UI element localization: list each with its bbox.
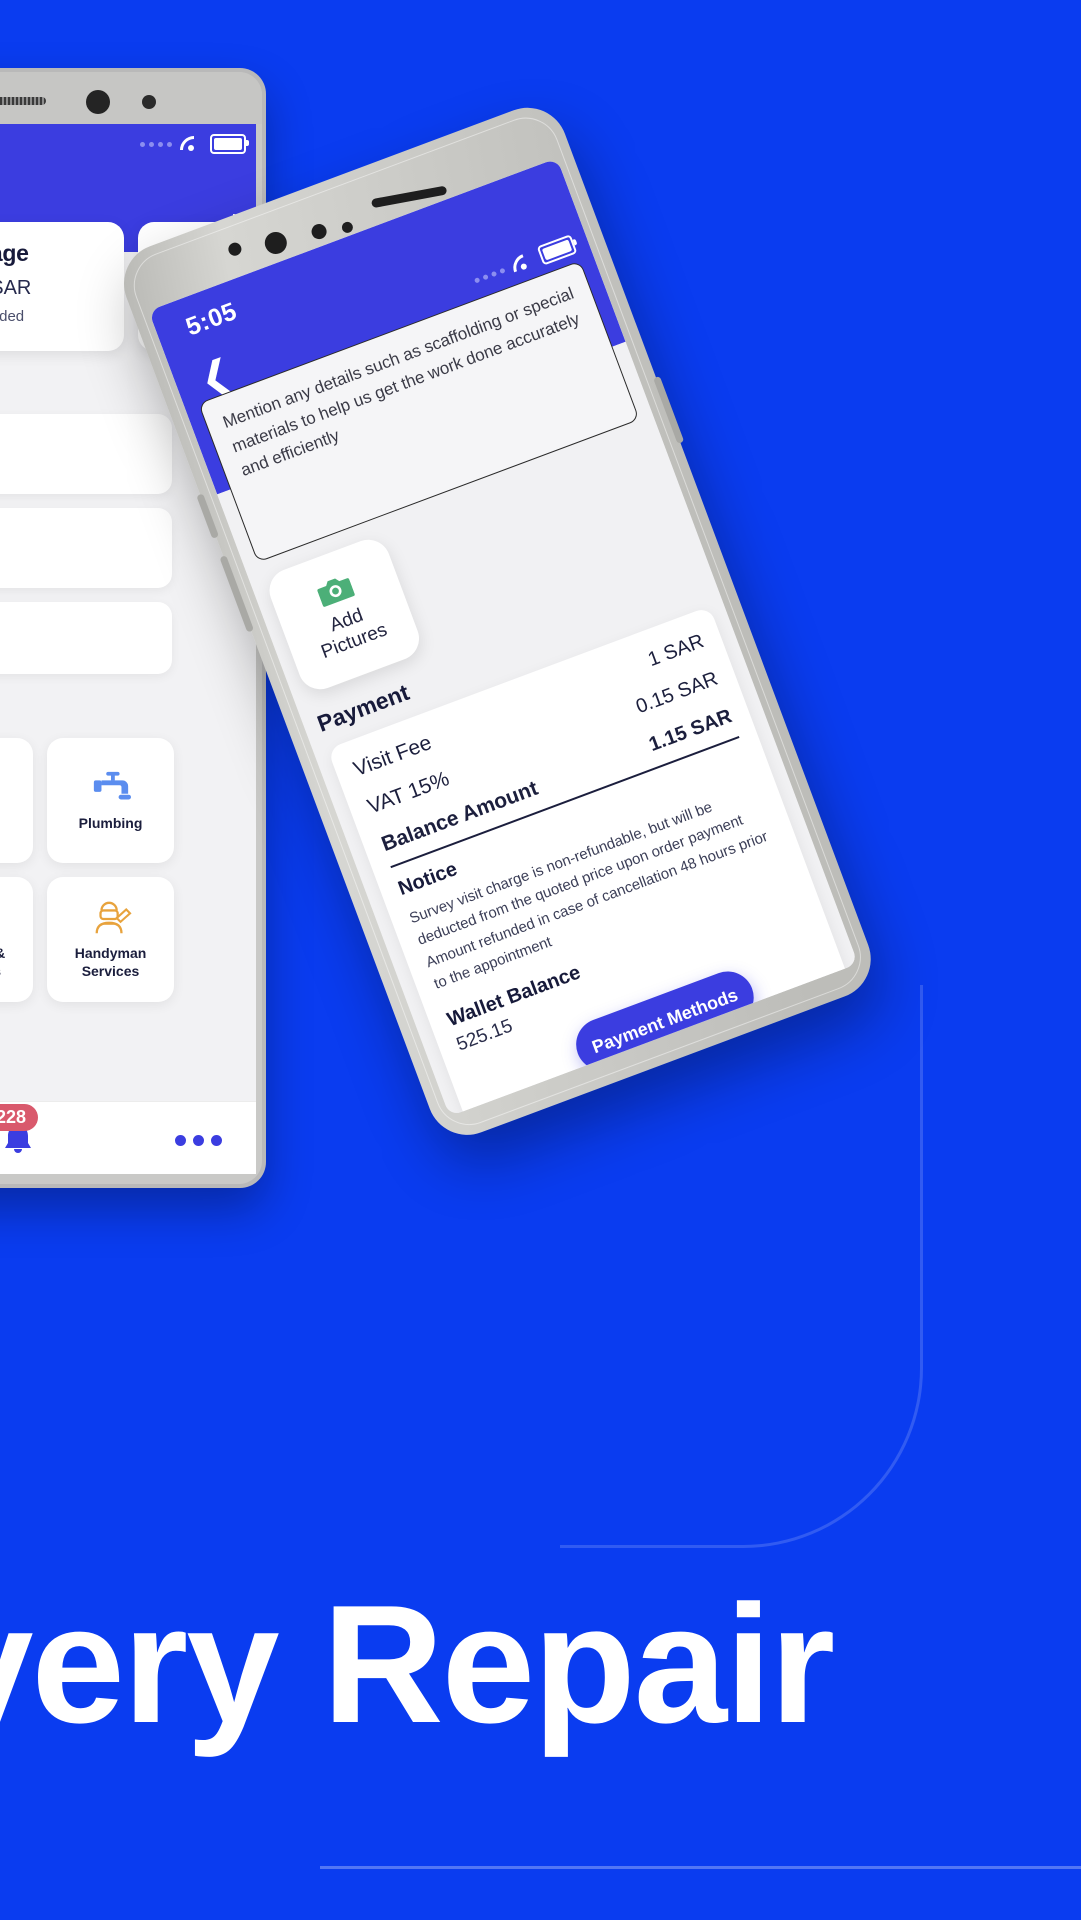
payment-row-amount: 1.15 SAR: [646, 705, 735, 757]
front-camera-icon: [86, 90, 110, 114]
handyman-worker-icon: [95, 901, 132, 934]
left-status-bar: [140, 134, 249, 154]
service-tile-systems-networks[interactable]: Systems & Networks: [0, 877, 33, 1002]
sensor-icon: [142, 95, 156, 109]
wifi-icon: [180, 136, 202, 152]
service-tile-handyman[interactable]: Handyman Services: [47, 877, 174, 1002]
bottom-navigation-bar: 228: [0, 1101, 256, 1174]
appointment-body: Mention any details such as scaffolding …: [198, 260, 859, 1117]
more-dots-icon[interactable]: [175, 1135, 222, 1146]
service-tile-plumbing[interactable]: Plumbing: [47, 738, 174, 863]
hero-underline: [320, 1866, 1081, 1869]
package-title: Package: [0, 240, 29, 266]
maintenance-list: Maintenance aintenance: [0, 414, 172, 688]
add-pictures-button[interactable]: Add Pictures: [263, 533, 426, 696]
battery-icon: [210, 134, 249, 154]
package-price: 2,390 SAR: [0, 277, 32, 299]
hero-headline: very Repair: [0, 1570, 835, 1758]
signal-dots-icon: [473, 267, 506, 284]
left-phone-top-bezel: [0, 72, 262, 124]
notification-badge: 228: [0, 1104, 39, 1131]
service-category-grid: AC Plumbing: [0, 738, 174, 1002]
earpiece-speaker: [0, 97, 46, 105]
signal-dots-icon: [140, 141, 172, 147]
wifi-icon: [509, 252, 535, 275]
package-card[interactable]: Package 2,390 SAR Vat Included: [0, 222, 124, 351]
list-item[interactable]: Maintenance: [0, 414, 172, 494]
status-time: 5:05: [182, 297, 241, 342]
package-vat-note: Vat Included: [0, 308, 25, 325]
confirm-payment-button[interactable]: Confirm Payment: [507, 1088, 859, 1117]
list-item[interactable]: [0, 602, 172, 674]
service-tile-ac[interactable]: AC: [0, 738, 33, 863]
notifications-button[interactable]: 228: [0, 1104, 39, 1162]
apply-button[interactable]: Apply: [794, 1037, 858, 1083]
list-item[interactable]: aintenance: [0, 508, 172, 588]
screenshot-stage: Package 2,390 SAR Vat Included Pack Main…: [0, 0, 1081, 1920]
sensor-icon: [226, 240, 244, 258]
camera-icon: [317, 578, 355, 607]
sensor-icon: [309, 221, 329, 242]
payment-row-amount: 1 SAR: [645, 630, 707, 672]
service-tile-label: Handyman Services: [74, 945, 147, 979]
front-camera-icon: [261, 228, 290, 258]
service-tile-label: Systems & Networks: [0, 945, 33, 980]
sensor-icon: [340, 220, 355, 235]
faucet-icon: [93, 771, 131, 800]
service-tile-label: Plumbing: [78, 814, 143, 831]
battery-icon: [536, 234, 578, 266]
